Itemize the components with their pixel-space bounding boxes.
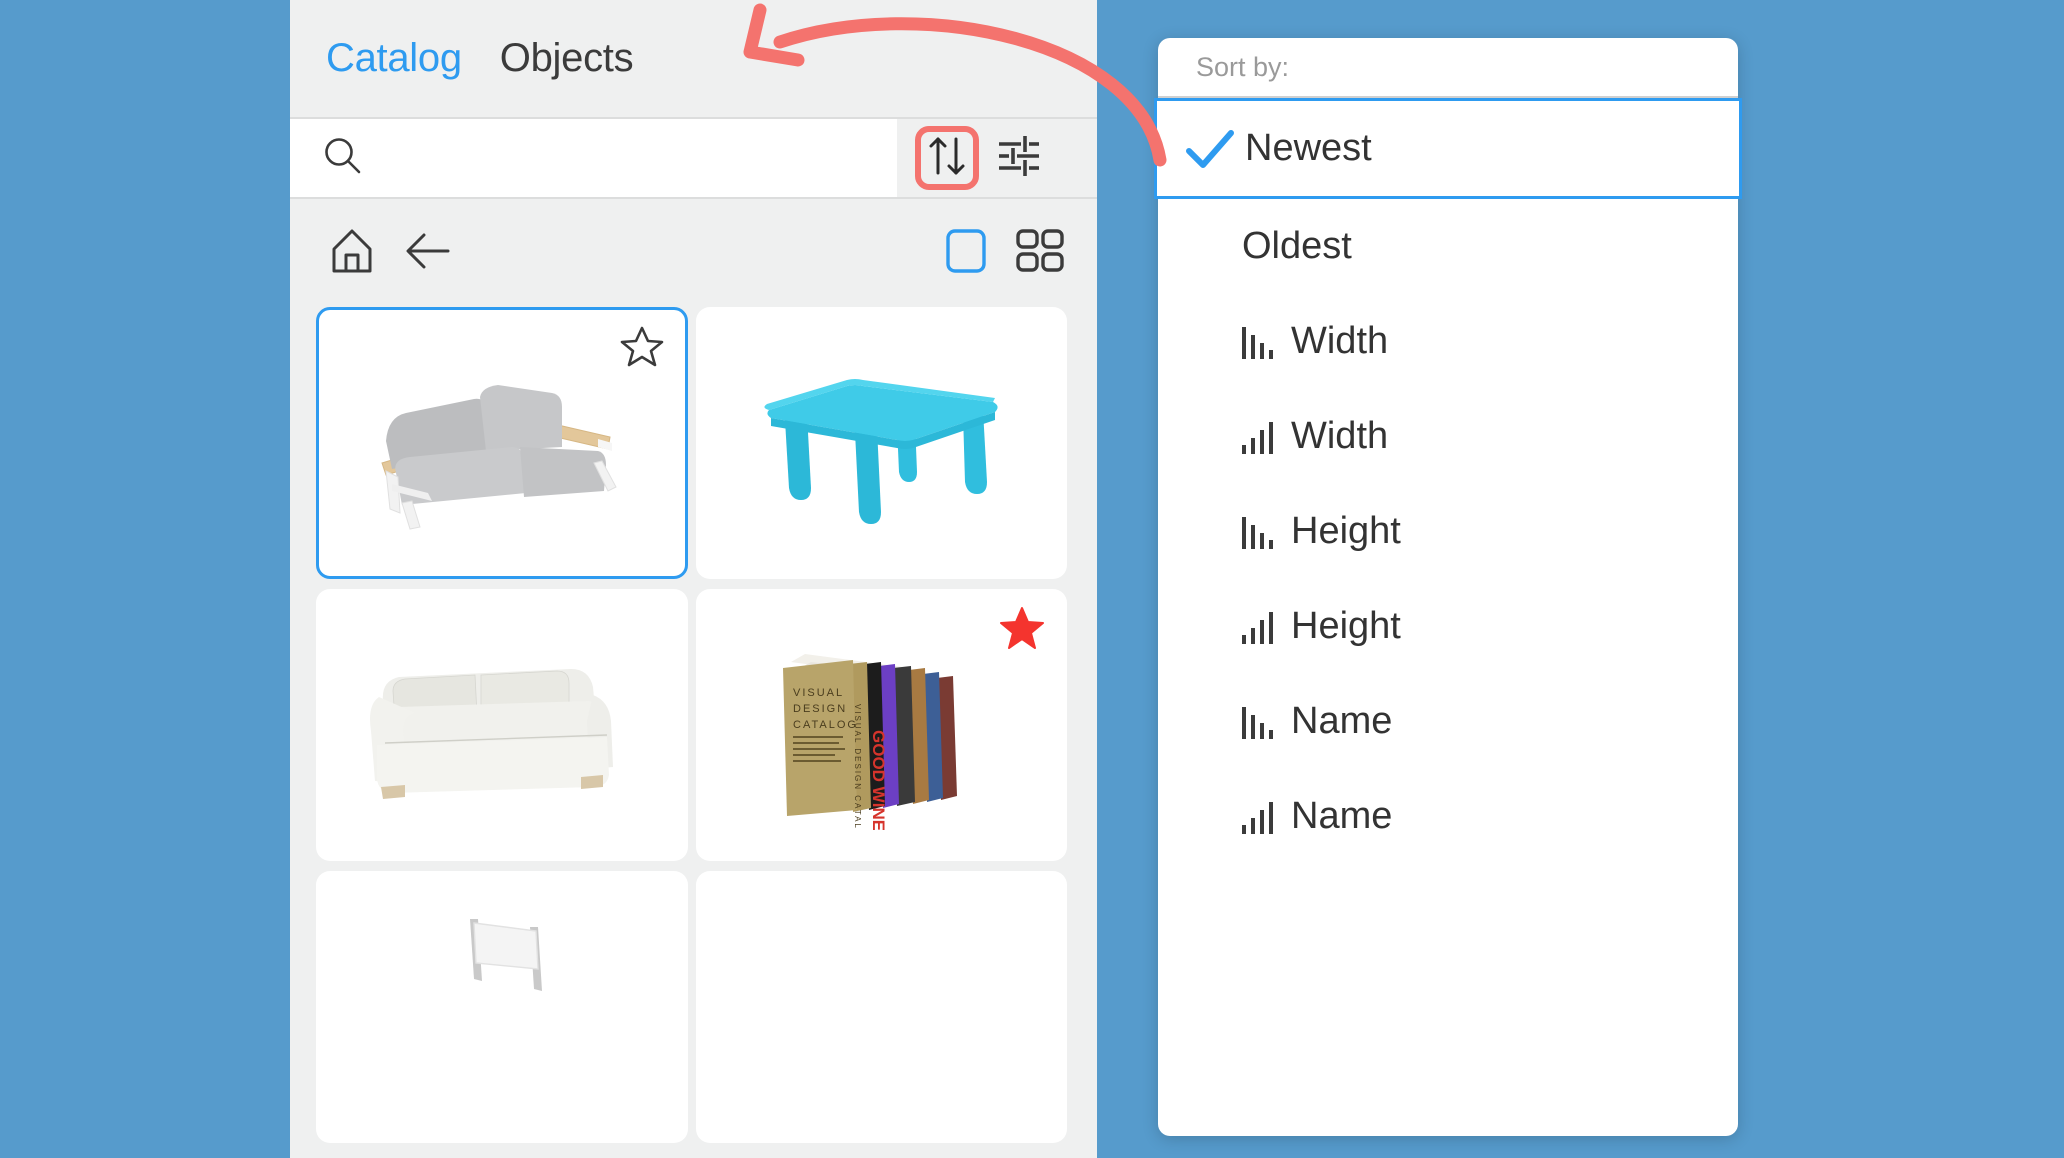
back-button[interactable] — [402, 225, 456, 282]
svg-text:DESIGN: DESIGN — [793, 703, 847, 715]
sort-option-label: Height — [1291, 605, 1401, 647]
catalog-panel: Catalog Objects GOOD WINES VISUAL DESIGN… — [290, 0, 1097, 1158]
tab-bar: Catalog Objects — [290, 0, 1097, 119]
bars-descending-icon — [1242, 515, 1273, 549]
sort-options-list: Newest Oldest Width Width Height Height … — [1154, 98, 1742, 864]
catalog-item-white-chair[interactable] — [316, 871, 688, 1143]
filter-button[interactable] — [993, 130, 1045, 187]
sort-by-label: Sort by: — [1158, 38, 1738, 98]
catalog-item-white-sofa[interactable] — [316, 589, 688, 861]
check-icon — [1183, 127, 1237, 171]
sort-option-label: Width — [1291, 415, 1389, 457]
bars-descending-icon — [1242, 325, 1273, 359]
catalog-grid: GOOD WINES VISUAL DESIGN CATALOG VISUAL … — [290, 307, 1097, 1158]
home-button[interactable] — [326, 225, 378, 282]
sliders-filter-icon — [993, 130, 1045, 187]
search-bar — [290, 119, 1097, 199]
search-input[interactable] — [382, 142, 785, 174]
tab-catalog[interactable]: Catalog — [326, 36, 462, 81]
sort-button[interactable] — [915, 126, 979, 190]
bars-ascending-icon — [1242, 420, 1273, 454]
single-pane-icon — [941, 226, 991, 281]
search-actions — [897, 119, 1097, 197]
item-thumbnail — [698, 873, 1066, 1141]
grid-four-icon — [1013, 226, 1067, 281]
catalog-item-turquoise-table[interactable] — [695, 307, 1067, 579]
sort-option-label: Newest — [1245, 127, 1372, 169]
sort-option-label: Width — [1291, 320, 1389, 362]
grid-view-toggle[interactable] — [1013, 226, 1067, 281]
sort-option-height-asc[interactable]: Height — [1158, 579, 1738, 674]
sort-option-width-desc[interactable]: Width — [1158, 294, 1738, 389]
sort-option-width-asc[interactable]: Width — [1158, 389, 1738, 484]
favorite-star-button[interactable] — [999, 605, 1045, 656]
sort-option-name-desc[interactable]: Name — [1158, 674, 1738, 769]
sort-option-oldest[interactable]: Oldest — [1158, 199, 1738, 294]
item-thumbnail — [318, 591, 686, 859]
favorite-star-button[interactable] — [619, 324, 665, 375]
nav-bar — [290, 199, 1097, 307]
sort-option-name-asc[interactable]: Name — [1158, 769, 1738, 864]
item-thumbnail — [318, 873, 686, 1141]
nav-right-group — [941, 226, 1067, 281]
home-icon — [326, 225, 378, 282]
catalog-item-gray-sofa[interactable] — [316, 307, 688, 579]
star-filled-icon — [999, 607, 1045, 655]
arrow-left-icon — [402, 225, 456, 282]
sort-option-label: Name — [1291, 795, 1393, 837]
sort-dropdown-panel: Sort by: Newest Oldest Width Width Heigh… — [1154, 38, 1742, 1136]
search-field[interactable] — [290, 119, 897, 197]
sort-option-height-desc[interactable]: Height — [1158, 484, 1738, 579]
list-view-toggle[interactable] — [941, 226, 991, 281]
bars-descending-icon — [1242, 705, 1273, 739]
bars-ascending-icon — [1242, 800, 1273, 834]
sort-option-label: Oldest — [1242, 225, 1352, 267]
item-thumbnail — [698, 309, 1066, 577]
bars-ascending-icon — [1242, 610, 1273, 644]
catalog-item-books[interactable]: GOOD WINES VISUAL DESIGN CATALOG VISUAL … — [695, 589, 1067, 861]
svg-text:CATALOG: CATALOG — [793, 719, 858, 731]
svg-text:VISUAL: VISUAL — [793, 687, 844, 699]
sort-option-label: Height — [1291, 510, 1401, 552]
star-outline-icon — [619, 326, 665, 374]
nav-left-group — [326, 225, 456, 282]
svg-text:GOOD WINES: GOOD WINES — [869, 730, 888, 830]
tab-objects[interactable]: Objects — [500, 36, 634, 81]
svg-text:VISUAL DESIGN CATALOG: VISUAL DESIGN CATALOG — [853, 704, 862, 830]
sort-option-label: Name — [1291, 700, 1393, 742]
sort-option-newest[interactable]: Newest — [1154, 98, 1742, 199]
catalog-item-empty[interactable] — [695, 871, 1067, 1143]
sort-arrows-icon — [925, 133, 969, 184]
search-icon — [322, 135, 364, 182]
